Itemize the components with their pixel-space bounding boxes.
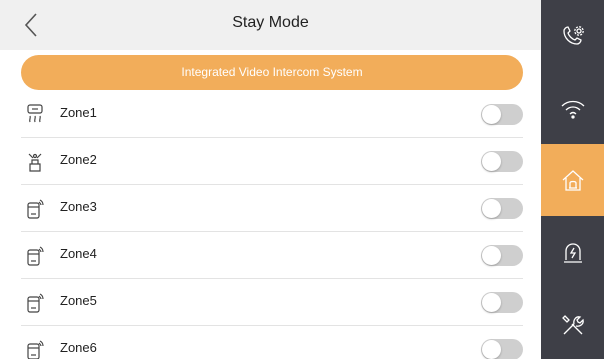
zone-label: Zone2 bbox=[60, 152, 97, 167]
page-title: Stay Mode bbox=[232, 14, 309, 31]
toggle-knob bbox=[482, 246, 501, 265]
door-contact-icon bbox=[25, 244, 45, 266]
zone-toggle[interactable] bbox=[481, 104, 523, 125]
header-bar: Stay Mode bbox=[0, 0, 541, 50]
zone-toggle[interactable] bbox=[481, 245, 523, 266]
zone-toggle[interactable] bbox=[481, 292, 523, 313]
system-banner: Integrated Video Intercom System bbox=[21, 55, 523, 90]
zone-row: Zone1 bbox=[21, 91, 523, 138]
sidebar-item-tools[interactable] bbox=[541, 288, 604, 360]
door-contact-icon bbox=[25, 291, 45, 313]
zone-toggle[interactable] bbox=[481, 151, 523, 172]
toggle-knob bbox=[482, 152, 501, 171]
zone-toggle[interactable] bbox=[481, 198, 523, 219]
zone-label: Zone3 bbox=[60, 199, 97, 214]
sidebar-item-alarm[interactable] bbox=[541, 216, 604, 288]
sidebar bbox=[541, 0, 604, 359]
main-panel: Stay Mode Integrated Video Intercom Syst… bbox=[0, 0, 541, 359]
zone-label: Zone6 bbox=[60, 340, 97, 355]
zone-label: Zone5 bbox=[60, 293, 97, 308]
sidebar-item-network[interactable] bbox=[541, 72, 604, 144]
siren-icon bbox=[564, 243, 582, 263]
zone-row: Zone2 bbox=[21, 138, 523, 185]
sidebar-item-call-settings[interactable] bbox=[541, 0, 604, 72]
toggle-knob bbox=[482, 293, 501, 312]
toggle-knob bbox=[482, 199, 501, 218]
sidebar-item-arming-mode[interactable] bbox=[541, 144, 604, 216]
zone-label: Zone4 bbox=[60, 246, 97, 261]
wifi-icon bbox=[561, 100, 585, 119]
home-alarm-icon bbox=[562, 170, 584, 191]
toggle-knob bbox=[482, 105, 501, 124]
smoke-detector-icon bbox=[25, 103, 45, 125]
zone-toggle[interactable] bbox=[481, 339, 523, 359]
door-contact-icon bbox=[25, 197, 45, 219]
zone-row: Zone4 bbox=[21, 232, 523, 279]
zone-row: Zone3 bbox=[21, 185, 523, 232]
door-contact-icon bbox=[25, 338, 45, 359]
zone-label: Zone1 bbox=[60, 105, 97, 120]
phone-gear-icon bbox=[563, 26, 584, 45]
zone-row: Zone5 bbox=[21, 279, 523, 326]
zone-row: Zone6 bbox=[21, 326, 523, 359]
gas-detector-icon bbox=[25, 150, 45, 172]
toggle-knob bbox=[482, 340, 501, 359]
tools-icon bbox=[562, 315, 584, 335]
